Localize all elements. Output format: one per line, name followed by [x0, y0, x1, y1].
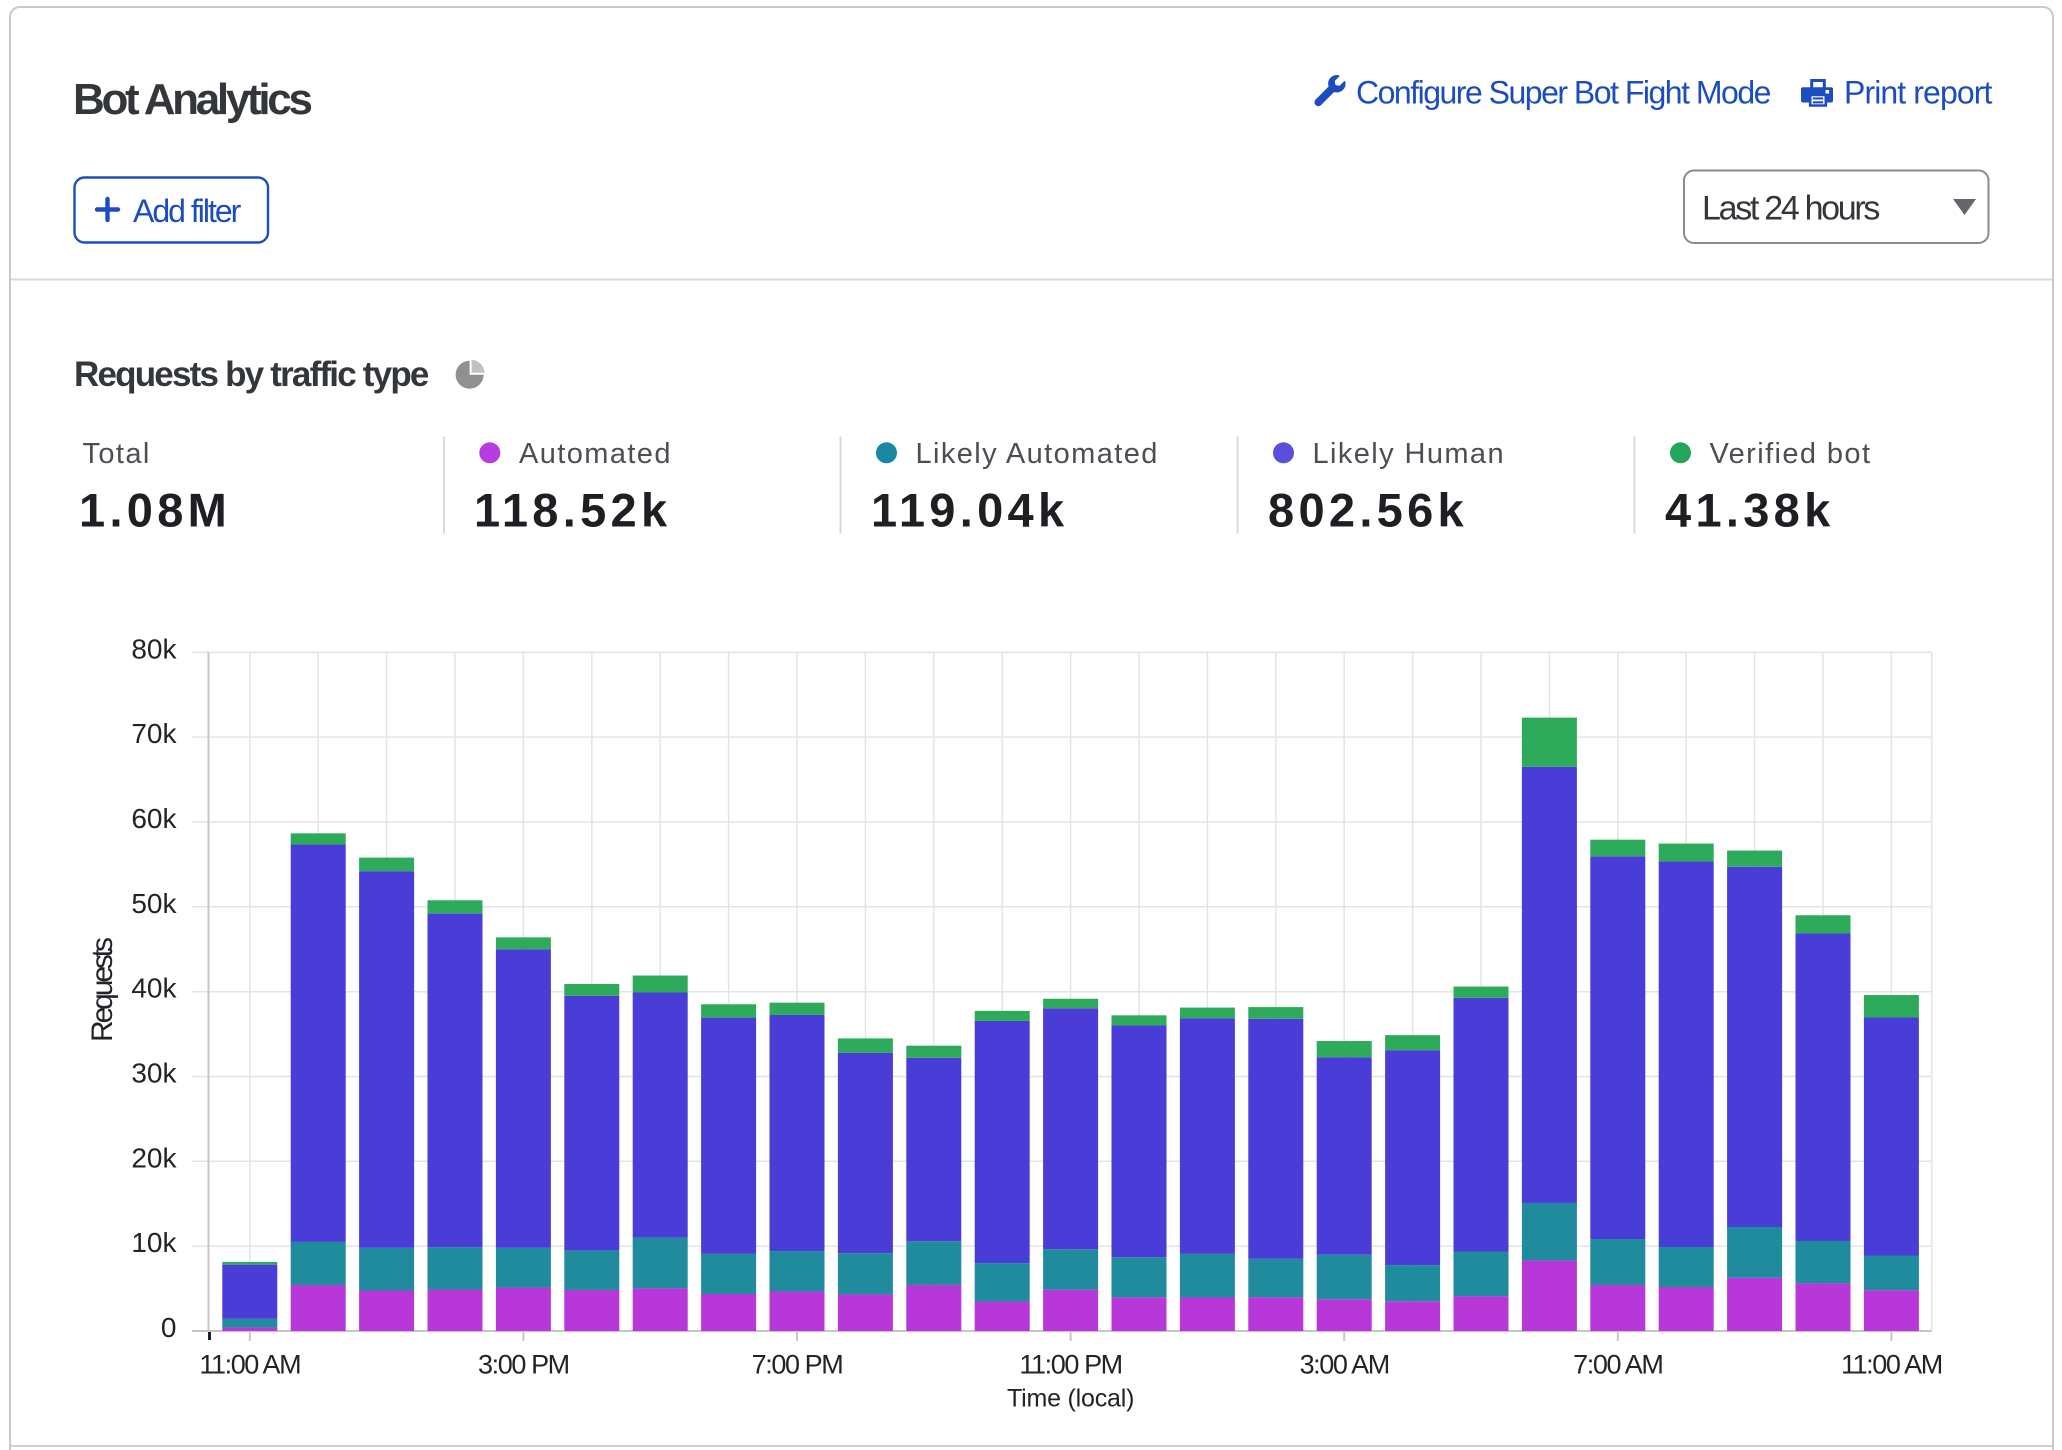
- svg-text:Requests: Requests: [86, 938, 119, 1042]
- svg-text:80k: 80k: [131, 633, 177, 664]
- svg-text:3:00 AM: 3:00 AM: [1300, 1349, 1389, 1379]
- svg-text:11:00 AM: 11:00 AM: [199, 1349, 300, 1379]
- svg-text:0: 0: [161, 1312, 177, 1343]
- svg-text:3:00 PM: 3:00 PM: [478, 1349, 569, 1379]
- svg-text:Automated: Automated: [519, 438, 672, 470]
- svg-text:Total: Total: [83, 438, 151, 470]
- svg-text:50k: 50k: [131, 888, 177, 919]
- svg-text:Likely Human: Likely Human: [1313, 438, 1506, 470]
- svg-text:Configure Super Bot Fight Mode: Configure Super Bot Fight Mode: [1356, 75, 1771, 111]
- svg-text:Time (local): Time (local): [1007, 1384, 1134, 1412]
- svg-text:Requests by traffic type: Requests by traffic type: [74, 355, 429, 394]
- svg-text:40k: 40k: [131, 973, 177, 1004]
- svg-text:Likely Automated: Likely Automated: [916, 438, 1159, 470]
- svg-text:Verified bot: Verified bot: [1710, 438, 1872, 470]
- svg-text:Last 24 hours: Last 24 hours: [1702, 190, 1879, 228]
- svg-text:Add filter: Add filter: [133, 193, 242, 229]
- svg-text:11:00 AM: 11:00 AM: [1841, 1349, 1942, 1379]
- svg-text:60k: 60k: [131, 803, 177, 834]
- svg-text:118.52k: 118.52k: [474, 484, 671, 537]
- svg-text:11:00 PM: 11:00 PM: [1019, 1349, 1121, 1379]
- svg-text:7:00 AM: 7:00 AM: [1573, 1349, 1662, 1379]
- svg-text:10k: 10k: [131, 1227, 177, 1258]
- svg-text:20k: 20k: [131, 1142, 177, 1173]
- svg-text:119.04k: 119.04k: [871, 484, 1068, 537]
- svg-text:30k: 30k: [131, 1058, 177, 1089]
- svg-text:70k: 70k: [131, 718, 177, 749]
- svg-text:41.38k: 41.38k: [1665, 484, 1835, 537]
- svg-text:Print report: Print report: [1844, 75, 1992, 111]
- svg-text:7:00 PM: 7:00 PM: [752, 1349, 843, 1379]
- svg-text:Bot Analytics: Bot Analytics: [73, 75, 311, 124]
- svg-text:1.08M: 1.08M: [79, 484, 231, 537]
- svg-text:802.56k: 802.56k: [1268, 484, 1468, 537]
